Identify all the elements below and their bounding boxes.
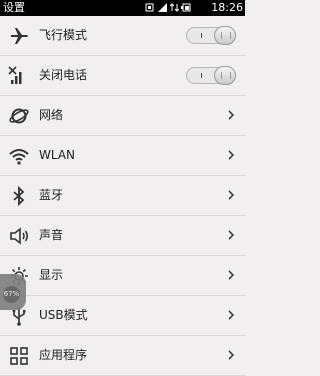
settings-item-airplane-mode[interactable]: 飞行模式	[0, 16, 245, 56]
chevron-right-icon	[228, 270, 235, 280]
settings-item-label: 网络	[39, 108, 64, 122]
battery-icon	[181, 3, 191, 12]
chevron-right-icon	[228, 230, 235, 240]
settings-item-display[interactable]: 显示	[0, 256, 245, 296]
settings-item-bluetooth[interactable]: 蓝牙	[0, 176, 245, 216]
chevron-right-icon	[228, 190, 235, 200]
signal-icon	[158, 3, 167, 12]
data-arrows-icon	[170, 3, 179, 12]
settings-item-applications[interactable]: 应用程序	[0, 336, 245, 376]
toggle-knob	[214, 26, 236, 45]
settings-list: 飞行模式 关闭电话 网络 WLAN 蓝牙 声音 显示 USB模式 应用程序	[0, 16, 245, 376]
status-bar-time: 18:26	[211, 1, 243, 14]
settings-item-label: WLAN	[39, 148, 76, 162]
settings-item-label: 蓝牙	[39, 188, 64, 202]
memory-percent: 67%	[3, 286, 20, 303]
settings-item-label: USB模式	[39, 308, 88, 322]
toggle-knob	[214, 66, 236, 85]
settings-item-wlan[interactable]: WLAN	[0, 136, 245, 176]
settings-item-network[interactable]: 网络	[0, 96, 245, 136]
settings-item-sound[interactable]: 声音	[0, 216, 245, 256]
apps-grid-icon	[10, 347, 28, 365]
settings-item-label: 关闭电话	[39, 68, 88, 82]
status-bar: 设置 18:26	[0, 0, 245, 16]
chevron-right-icon	[228, 350, 235, 360]
bluetooth-icon	[13, 185, 25, 207]
settings-item-phone-off[interactable]: 关闭电话	[0, 56, 245, 96]
speaker-icon	[10, 227, 29, 245]
phone-off-toggle[interactable]	[186, 66, 236, 85]
wifi-icon	[9, 149, 29, 165]
floating-memory-widget[interactable]: 67%	[0, 274, 26, 310]
app-notification-icon	[145, 3, 154, 12]
airplane-mode-toggle[interactable]	[186, 26, 236, 45]
phone-signal-off-icon	[8, 66, 22, 84]
settings-item-label: 飞行模式	[39, 28, 88, 42]
settings-item-label: 应用程序	[39, 348, 88, 362]
settings-item-label: 显示	[39, 268, 64, 282]
chevron-right-icon	[228, 110, 235, 120]
chevron-right-icon	[228, 150, 235, 160]
chevron-right-icon	[228, 310, 235, 320]
settings-item-usb-mode[interactable]: USB模式	[0, 296, 245, 336]
status-bar-title: 设置	[3, 1, 25, 14]
settings-item-label: 声音	[39, 228, 64, 242]
airplane-icon	[11, 28, 28, 44]
network-globe-icon	[9, 108, 29, 124]
